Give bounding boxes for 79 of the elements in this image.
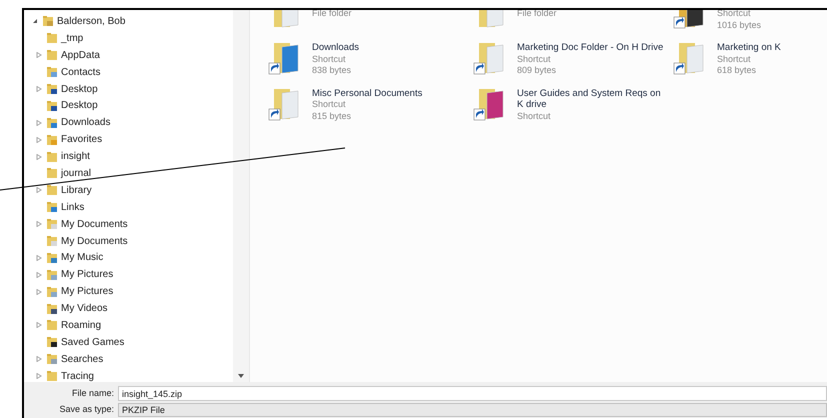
file-detail: Shortcut bbox=[717, 54, 752, 65]
folder-icon bbox=[46, 286, 58, 298]
file-name[interactable]: User Guides and System Reqs on K drive bbox=[517, 88, 667, 110]
file-name[interactable]: Marketing on K bbox=[717, 42, 827, 54]
tree-item[interactable]: Links bbox=[61, 200, 84, 215]
file-detail: 618 bytes bbox=[717, 65, 758, 76]
tree-item[interactable]: insight bbox=[61, 149, 90, 164]
save-as-type-dropdown[interactable]: PKZIP File bbox=[118, 403, 827, 417]
file-detail: 1016 bytes bbox=[717, 20, 762, 31]
expanded-arrow-icon[interactable] bbox=[32, 18, 38, 24]
tree-item[interactable]: Downloads bbox=[61, 115, 110, 130]
folder-icon bbox=[46, 32, 58, 44]
collapsed-arrow-icon[interactable] bbox=[36, 254, 42, 261]
tree-item[interactable]: journal bbox=[61, 166, 92, 181]
tree-item[interactable]: My Documents bbox=[61, 234, 128, 249]
folder-icon bbox=[46, 184, 58, 196]
folder-icon bbox=[46, 150, 58, 163]
tree-item[interactable]: _tmp bbox=[61, 30, 84, 46]
folder-icon bbox=[46, 218, 58, 230]
file-detail: Shortcut bbox=[312, 99, 347, 110]
tree-item[interactable]: Saved Games bbox=[61, 334, 124, 350]
tree-item[interactable]: Balderson, Bob bbox=[57, 14, 126, 29]
file-detail: 838 bytes bbox=[312, 65, 352, 76]
folder-icon bbox=[46, 201, 58, 214]
collapsed-arrow-icon[interactable] bbox=[36, 86, 42, 92]
collapsed-arrow-icon[interactable] bbox=[36, 154, 42, 160]
tree-item[interactable]: Contacts bbox=[61, 64, 100, 80]
file-detail: Shortcut bbox=[517, 110, 552, 122]
folder-icon bbox=[46, 268, 58, 281]
collapsed-arrow-icon[interactable] bbox=[36, 356, 42, 362]
tree-item[interactable]: Desktop bbox=[61, 82, 98, 96]
tree-item[interactable]: My Music bbox=[61, 250, 104, 266]
folder-icon bbox=[46, 66, 58, 78]
collapsed-arrow-icon[interactable] bbox=[36, 136, 42, 143]
file-name-input[interactable]: insight_145.zip bbox=[118, 386, 827, 401]
collapsed-arrow-icon[interactable] bbox=[36, 221, 42, 228]
collapsed-arrow-icon[interactable] bbox=[36, 322, 42, 328]
collapsed-arrow-icon[interactable] bbox=[36, 120, 42, 126]
tree-item[interactable]: Desktop bbox=[61, 98, 98, 114]
folder-icon bbox=[46, 319, 58, 332]
collapsed-arrow-icon[interactable] bbox=[36, 52, 42, 58]
folder-icon bbox=[46, 134, 58, 146]
folder-icon bbox=[46, 49, 58, 62]
file-name[interactable]: Downloads bbox=[312, 42, 462, 54]
file-detail: Shortcut bbox=[517, 54, 552, 65]
field-label: File name: bbox=[70, 386, 115, 400]
folder-icon bbox=[46, 83, 58, 95]
scrollbar[interactable] bbox=[233, 10, 249, 382]
collapsed-arrow-icon[interactable] bbox=[36, 288, 42, 295]
folder-icon bbox=[46, 235, 58, 248]
folder-icon bbox=[46, 302, 58, 315]
collapsed-arrow-icon[interactable] bbox=[36, 187, 42, 194]
field-label: Save as type: bbox=[58, 403, 115, 416]
folder-icon bbox=[46, 167, 58, 180]
collapsed-arrow-icon[interactable] bbox=[36, 272, 42, 278]
tree-item[interactable]: My Documents bbox=[61, 216, 128, 232]
file-name[interactable]: Marketing Doc Folder - On H Drive bbox=[517, 42, 667, 54]
tree-item[interactable]: AppData bbox=[61, 48, 100, 63]
tree-item[interactable]: My Pictures bbox=[61, 267, 114, 282]
file-detail: 815 bytes bbox=[312, 110, 352, 122]
tree-item[interactable]: Tracing bbox=[61, 368, 94, 384]
tree-item[interactable]: Favorites bbox=[61, 132, 102, 148]
folder-icon bbox=[46, 370, 58, 382]
tree-item[interactable]: My Videos bbox=[61, 301, 108, 316]
file-detail: Shortcut bbox=[312, 54, 347, 65]
tree-item[interactable]: Searches bbox=[61, 352, 104, 367]
scroll-down-icon[interactable] bbox=[238, 374, 244, 378]
tree-item[interactable]: Roaming bbox=[61, 318, 102, 333]
collapsed-arrow-icon[interactable] bbox=[36, 373, 42, 380]
file-detail: 809 bytes bbox=[517, 65, 558, 76]
folder-icon bbox=[46, 336, 58, 348]
folder-icon bbox=[46, 252, 58, 264]
folder-icon bbox=[46, 116, 58, 129]
folder-icon bbox=[46, 353, 58, 366]
tree-item[interactable]: My Pictures bbox=[61, 284, 114, 300]
tree-item[interactable]: Library bbox=[61, 182, 92, 198]
folder-icon bbox=[42, 15, 54, 28]
file-name[interactable]: Misc Personal Documents bbox=[312, 88, 462, 99]
folder-icon bbox=[46, 100, 58, 112]
